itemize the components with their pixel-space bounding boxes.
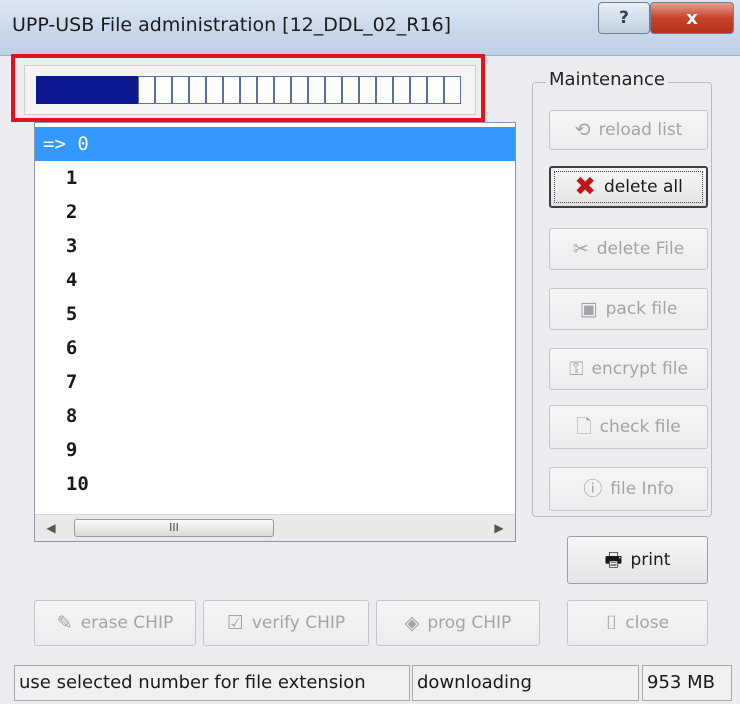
list-item[interactable]: 6: [35, 331, 515, 365]
encrypt-file-button[interactable]: ⚿ encrypt file: [549, 348, 708, 390]
status-size: 953 MB: [642, 665, 732, 701]
progress-highlight-frame: [11, 54, 485, 122]
print-button[interactable]: 🖶 print: [567, 536, 708, 584]
check-file-button[interactable]: 🗋 check file: [549, 405, 708, 449]
list-item[interactable]: 8: [35, 399, 515, 433]
file-info-button[interactable]: ⓘ file Info: [549, 467, 708, 511]
checklist-icon: ☑: [226, 611, 244, 634]
list-item[interactable]: 9: [35, 433, 515, 467]
key-icon: ⚿: [569, 357, 584, 380]
maintenance-group-label: Maintenance: [546, 69, 668, 90]
prog-chip-label: prog CHIP: [427, 613, 512, 633]
pack-file-button[interactable]: ▣ pack file: [549, 288, 708, 330]
erase-chip-button[interactable]: ✎ erase CHIP: [34, 600, 196, 646]
prog-chip-button[interactable]: ◈ prog CHIP: [376, 600, 540, 646]
scroll-left-arrow-icon[interactable]: ◀: [39, 515, 63, 541]
delete-file-label: delete File: [596, 239, 685, 259]
erase-chip-label: erase CHIP: [80, 613, 174, 633]
document-icon: 🗋: [576, 415, 592, 438]
scrollbar-thumb[interactable]: III: [74, 519, 274, 537]
floppy-icon: ▣: [579, 297, 598, 320]
pack-file-label: pack file: [605, 299, 678, 319]
focus-rectangle: [554, 171, 703, 203]
reload-icon: ⟲: [574, 118, 591, 141]
list-item[interactable]: 4: [35, 263, 515, 297]
list-item[interactable]: 2: [35, 195, 515, 229]
scissors-icon: ✂: [572, 237, 589, 260]
chip-icon: ◈: [404, 611, 420, 634]
close-button[interactable]: ⌷ close: [567, 600, 708, 646]
window-close-button[interactable]: x: [650, 2, 734, 34]
list-item[interactable]: 3: [35, 229, 515, 263]
list-item[interactable]: 1: [35, 161, 515, 195]
check-file-label: check file: [599, 417, 681, 437]
list-item-selected[interactable]: => 0: [35, 127, 515, 161]
window-title: UPP-USB File administration [12_DDL_02_R…: [12, 14, 452, 36]
print-label[interactable]: print: [630, 550, 670, 570]
encrypt-file-label: encrypt file: [591, 359, 688, 379]
door-icon: ⌷: [605, 611, 618, 634]
reload-list-button[interactable]: ⟲ reload list: [549, 110, 708, 150]
close-label: close: [625, 613, 670, 633]
printer-icon: 🖶: [604, 548, 623, 571]
reload-list-label: reload list: [598, 120, 683, 140]
delete-file-button[interactable]: ✂ delete File: [549, 228, 708, 270]
help-button[interactable]: ?: [598, 2, 650, 34]
file-info-label: file Info: [610, 479, 674, 499]
eraser-icon: ✎: [56, 611, 73, 634]
status-state: downloading: [412, 665, 639, 701]
scroll-right-arrow-icon[interactable]: ▶: [487, 515, 511, 541]
status-bar: use selected number for file extension d…: [0, 662, 740, 704]
verify-chip-label: verify CHIP: [251, 613, 346, 633]
status-hint: use selected number for file extension: [14, 665, 410, 701]
horizontal-scrollbar[interactable]: ◀ III ▶: [35, 514, 515, 541]
title-bar: UPP-USB File administration [12_DDL_02_R…: [0, 0, 740, 56]
file-administration-window: UPP-USB File administration [12_DDL_02_R…: [0, 0, 740, 704]
list-item[interactable]: 7: [35, 365, 515, 399]
list-item[interactable]: 5: [35, 297, 515, 331]
verify-chip-button[interactable]: ☑ verify CHIP: [203, 600, 369, 646]
list-item[interactable]: 10: [35, 467, 515, 501]
delete-all-button[interactable]: ✖ delete all: [549, 166, 708, 208]
file-list[interactable]: => 0 1 2 3 4 5 6 7 8 9 10 ◀ III ▶: [34, 122, 516, 542]
info-icon: ⓘ: [583, 477, 603, 500]
